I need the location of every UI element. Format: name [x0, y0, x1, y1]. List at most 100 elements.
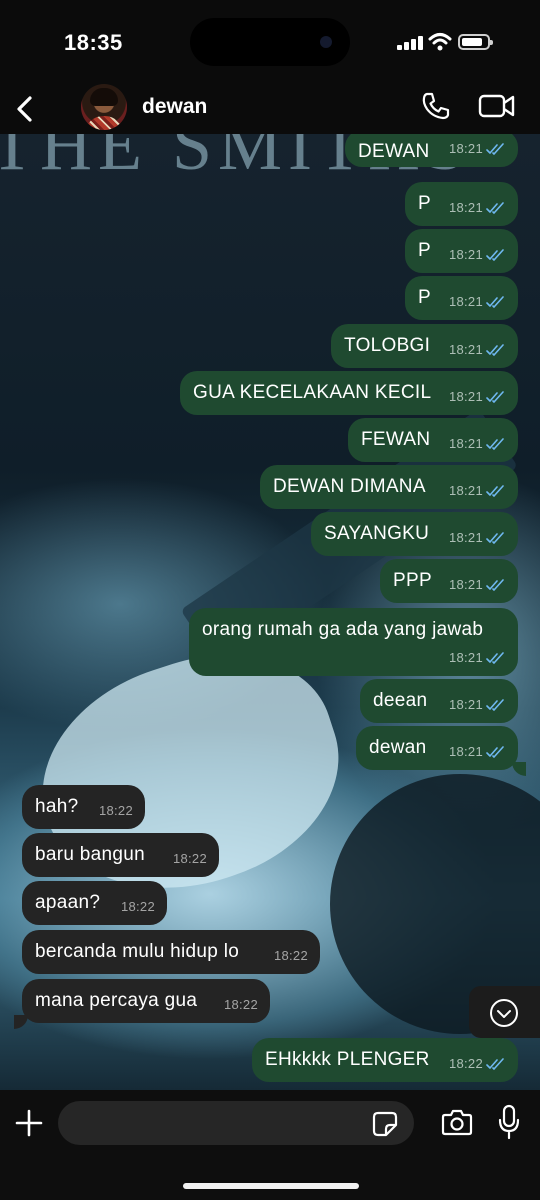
contact-name[interactable]: dewan — [142, 95, 207, 119]
message-time: 18:22 — [98, 803, 133, 818]
home-indicator — [183, 1183, 359, 1189]
message-time: 18:21 — [448, 294, 483, 309]
message-time: 18:21 — [448, 247, 483, 262]
read-receipt-icon — [486, 652, 504, 664]
message-meta: 18:21 — [449, 339, 506, 361]
outgoing-message[interactable]: dewan 18:21 — [356, 726, 518, 770]
message-text: P — [418, 193, 431, 214]
outgoing-message[interactable]: EHkkkk PLENGER 18:22 — [252, 1038, 518, 1082]
message-meta: 18:22 — [449, 1053, 506, 1075]
message-text: FEWAN — [361, 429, 431, 450]
message-text: bercanda mulu hidup lo — [35, 941, 240, 962]
message-text: deean — [373, 690, 428, 711]
outgoing-message[interactable]: P 18:21 — [405, 229, 518, 273]
read-receipt-icon — [486, 202, 504, 214]
message-time: 18:21 — [448, 200, 483, 215]
message-meta: 18:22 — [173, 848, 207, 870]
bubble-tail — [512, 762, 526, 776]
read-receipt-icon — [486, 391, 504, 403]
incoming-message[interactable]: apaan? 18:22 — [22, 881, 167, 925]
plus-icon[interactable] — [14, 1108, 44, 1138]
incoming-message[interactable]: mana percaya gua 18:22 — [22, 979, 270, 1023]
outgoing-message[interactable]: PPP 18:21 — [380, 559, 518, 603]
outgoing-message[interactable]: P 18:21 — [405, 276, 518, 320]
message-time: 18:21 — [448, 650, 483, 665]
back-chevron-icon[interactable] — [8, 90, 42, 128]
bubble-tail — [14, 1015, 28, 1029]
phone-icon[interactable] — [420, 90, 452, 122]
message-text: apaan? — [35, 892, 101, 913]
message-text: PPP — [393, 570, 432, 591]
message-text: GUA KECELAKAAN KECIL — [193, 382, 432, 403]
message-time: 18:21 — [448, 483, 483, 498]
read-receipt-icon — [486, 485, 504, 497]
read-receipt-icon — [486, 1058, 504, 1070]
status-bar: 18:35 — [0, 0, 540, 84]
message-text: TOLOBGI — [344, 335, 431, 356]
message-text: DEWAN DIMANA — [273, 476, 426, 497]
message-meta: 18:21 — [449, 386, 506, 408]
outgoing-message[interactable]: TOLOBGI 18:21 — [331, 324, 518, 368]
message-time: 18:21 — [448, 342, 483, 357]
message-meta: 18:22 — [224, 994, 258, 1016]
read-receipt-icon — [486, 532, 504, 544]
microphone-icon[interactable] — [498, 1104, 520, 1140]
message-text: P — [418, 287, 431, 308]
message-time: 18:21 — [448, 530, 483, 545]
outgoing-message[interactable]: DEWAN 18:21 — [345, 134, 518, 167]
message-text: orang rumah ga ada yang jawab — [202, 619, 484, 640]
message-input[interactable] — [58, 1101, 414, 1145]
status-time: 18:35 — [64, 30, 123, 55]
message-text: SAYANGKU — [324, 523, 430, 544]
message-meta: 18:21 — [449, 647, 506, 669]
read-receipt-icon — [486, 296, 504, 308]
outgoing-message[interactable]: GUA KECELAKAAN KECIL 18:21 — [180, 371, 518, 415]
read-receipt-icon — [486, 746, 504, 758]
message-time: 18:21 — [448, 577, 483, 592]
message-time: 18:21 — [448, 436, 483, 451]
outgoing-message[interactable]: DEWAN DIMANA 18:21 — [260, 465, 518, 509]
incoming-message[interactable]: baru bangun 18:22 — [22, 833, 219, 877]
front-camera — [320, 36, 332, 48]
message-meta: 18:21 — [449, 694, 506, 716]
outgoing-message[interactable]: deean 18:21 — [360, 679, 518, 723]
read-receipt-icon — [486, 699, 504, 711]
message-meta: 18:21 — [449, 741, 506, 763]
message-text: baru bangun — [35, 844, 146, 865]
message-time: 18:21 — [448, 141, 483, 156]
cellular-signal-icon — [397, 36, 423, 50]
outgoing-message[interactable]: orang rumah ga ada yang jawab 18:21 — [189, 608, 518, 676]
message-text: dewan — [369, 737, 427, 758]
read-receipt-icon — [486, 579, 504, 591]
dynamic-island — [190, 18, 350, 66]
message-time: 18:22 — [273, 948, 308, 963]
outgoing-message[interactable]: P 18:21 — [405, 182, 518, 226]
message-meta: 18:21 — [449, 197, 506, 219]
input-bar — [0, 1090, 540, 1200]
sticker-icon[interactable] — [372, 1111, 398, 1137]
message-meta: 18:21 — [449, 480, 506, 502]
message-time: 18:21 — [448, 744, 483, 759]
wifi-icon — [428, 33, 452, 51]
message-meta: 18:21 — [449, 433, 506, 455]
outgoing-message[interactable]: SAYANGKU 18:21 — [311, 512, 518, 556]
avatar[interactable] — [81, 84, 127, 130]
message-text: EHkkkk PLENGER — [265, 1049, 430, 1070]
read-receipt-icon — [486, 438, 504, 450]
read-receipt-icon — [486, 249, 504, 261]
scroll-to-bottom-button[interactable] — [469, 986, 540, 1038]
message-meta: 18:22 — [274, 945, 308, 967]
camera-icon[interactable] — [441, 1108, 473, 1136]
outgoing-message[interactable]: FEWAN 18:21 — [348, 418, 518, 462]
chat-area[interactable]: THE SMITHS DEWAN 18:21 P 18:21 P 18:21 P 18:21 T… — [0, 134, 540, 1090]
message-time: 18:22 — [120, 899, 155, 914]
incoming-message[interactable]: hah? 18:22 — [22, 785, 145, 829]
message-meta: 18:22 — [99, 800, 133, 822]
chevron-down-icon — [490, 999, 518, 1027]
incoming-message[interactable]: bercanda mulu hidup lo 18:22 — [22, 930, 320, 974]
video-camera-icon[interactable] — [478, 92, 516, 120]
read-receipt-icon — [486, 344, 504, 356]
message-time: 18:21 — [448, 697, 483, 712]
message-time: 18:22 — [448, 1056, 483, 1071]
message-meta: 18:21 — [449, 138, 506, 160]
